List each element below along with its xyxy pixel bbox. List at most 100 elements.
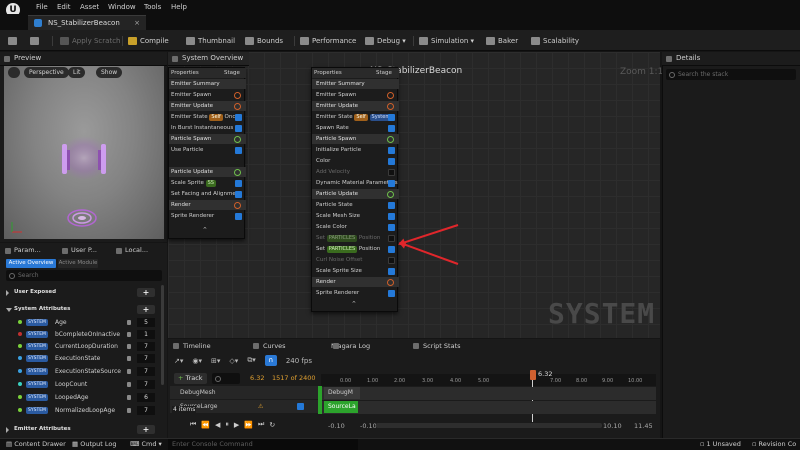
node-row[interactable]: Particle Update [312,189,399,199]
checkbox[interactable] [388,257,395,264]
emitter-node-main[interactable]: Properties Stage Emitter Summary Emitter… [311,67,399,312]
document-tab[interactable]: NS_StabilizerBeacon × [28,15,146,30]
show-button[interactable]: Show [96,67,123,78]
step-forward-icon[interactable]: ⏩ [244,421,253,429]
current-time[interactable]: 6.32 [250,374,264,382]
pause-icon[interactable]: ⏸ [225,420,229,429]
checkbox[interactable] [388,202,395,209]
view-end[interactable]: 10.10 [603,422,622,430]
checkbox[interactable] [388,180,395,187]
menu-window[interactable]: Window [108,3,136,11]
params-search-input[interactable]: Search [6,270,162,281]
reverse-play-icon[interactable]: ◀ [215,421,220,429]
save-icon[interactable] [8,35,17,47]
checkbox[interactable] [388,290,395,297]
tab-parameters[interactable]: Param... [4,244,41,257]
transform-tool-icon[interactable]: ↗▾ [174,357,183,365]
browse-icon[interactable] [30,35,39,47]
content-drawer-button[interactable]: ▤ Content Drawer [6,439,66,450]
parameter-row[interactable]: SYSTEM ExecutionState 7 [0,353,167,364]
emitter-node-left[interactable]: Properties Stage Emitter Summary Emitter… [168,67,246,239]
checkbox[interactable] [388,246,395,253]
add-parameter-button[interactable]: + [137,305,155,314]
system-overview-tab[interactable]: System Overview [168,52,249,66]
menu-asset[interactable]: Asset [80,3,99,11]
view-start[interactable]: -0.10 [360,422,377,430]
checkbox[interactable] [235,114,242,121]
revision-control-button[interactable]: ▫ Revision Co [752,439,796,450]
thumbnail-button[interactable]: Thumbnail [186,35,235,47]
checkbox[interactable] [388,268,395,275]
node-row[interactable]: Emitter Spawn [312,90,399,100]
close-tab-icon[interactable]: × [134,16,140,30]
node-row[interactable]: Initialize Particle [312,145,399,155]
tab-user-parameters[interactable]: User P... [61,244,97,257]
checkbox[interactable] [388,213,395,220]
view-options-icon[interactable]: ◉▾ [192,357,202,365]
range-start[interactable]: -0.10 [328,422,345,430]
checkbox[interactable] [235,213,242,220]
checkbox[interactable] [235,191,242,198]
snapping-toggle-icon[interactable]: ∩ [264,355,277,366]
params-scrollbar[interactable] [161,285,164,385]
timeline-scrollbar[interactable] [376,423,602,428]
node-row[interactable]: Set PARTICLES Position [312,233,399,243]
category-system-attributes[interactable]: System Attributes [4,304,70,315]
node-row[interactable]: Curl Noise Offset [312,255,399,265]
tab-niagara-log[interactable]: Niagara Log [331,339,370,353]
baker-button[interactable]: Baker [486,35,518,47]
timeline-clip[interactable]: DebugM [324,387,360,399]
checkbox[interactable] [235,125,242,132]
apply-scratch-button[interactable]: Apply Scratch [60,35,120,47]
add-parameter-button[interactable]: + [137,425,155,434]
node-row[interactable]: Emitter Update [312,101,399,111]
node-row[interactable]: Particle State [312,200,399,210]
debug-button[interactable]: Debug ▾ [365,35,406,47]
timeline-clip[interactable]: SourceLa [324,401,358,413]
active-module-toggle[interactable]: Active Module [58,259,98,268]
node-row[interactable]: Set PARTICLES Position [312,244,399,254]
tab-script-stats[interactable]: Script Stats [411,339,461,353]
simulation-button[interactable]: Simulation ▾ [419,35,474,47]
node-row[interactable]: Emitter State Self System [312,112,399,122]
perspective-button[interactable]: Perspective [24,67,69,78]
checkbox[interactable] [388,224,395,231]
play-icon[interactable]: ▶ [234,421,239,429]
performance-button[interactable]: Performance [300,35,356,47]
category-user-exposed[interactable]: User Exposed [4,287,56,298]
preview-viewport[interactable] [4,66,164,239]
parameter-row[interactable]: SYSTEM Age 5 [0,317,167,328]
node-row[interactable]: Color [312,156,399,166]
parameter-row[interactable]: SYSTEM ExecutionStateSource 7 [0,366,167,377]
range-end[interactable]: 11.45 [634,422,653,430]
node-row[interactable]: Emitter Summary [312,79,399,89]
parameter-row[interactable]: SYSTEM NormalizedLoopAge 7 [0,405,167,416]
checkbox[interactable] [388,158,395,165]
lit-button[interactable]: Lit [68,67,86,78]
console-command-input[interactable]: Enter Console Command [168,439,358,450]
collapse-chevron-icon[interactable]: ⌃ [202,226,208,234]
checkbox[interactable] [388,169,395,176]
skip-to-end-icon[interactable]: ⏭ [258,420,264,429]
checkbox[interactable] [235,147,242,154]
details-search-input[interactable]: Search the stack [666,69,796,80]
menu-edit[interactable]: Edit [57,3,71,11]
tab-curves[interactable]: Curves [251,339,286,353]
track-row[interactable]: DebugMesh [170,386,318,399]
checkbox[interactable] [388,147,395,154]
node-row[interactable]: Add Velocity [312,167,399,177]
parameter-row[interactable]: SYSTEM LoopedAge 6 [0,392,167,403]
node-row[interactable]: Dynamic Material Parameters [312,178,399,188]
compile-button[interactable]: Compile [128,35,169,47]
node-row[interactable]: Scale Color [312,222,399,232]
playhead-handle[interactable] [530,370,536,380]
fps-selector[interactable]: 240 fps [286,357,312,365]
viewport-menu-icon[interactable] [8,67,20,78]
checkbox[interactable] [388,125,395,132]
node-row[interactable]: Spawn Rate [312,123,399,133]
skip-to-start-icon[interactable]: ⏮ [190,420,196,429]
unsaved-indicator[interactable]: ▫ 1 Unsaved [700,439,741,450]
parameter-row[interactable]: SYSTEM LoopCount 7 [0,379,167,390]
bounds-button[interactable]: Bounds [245,35,283,47]
key-icon[interactable]: ◇▾ [229,357,238,365]
